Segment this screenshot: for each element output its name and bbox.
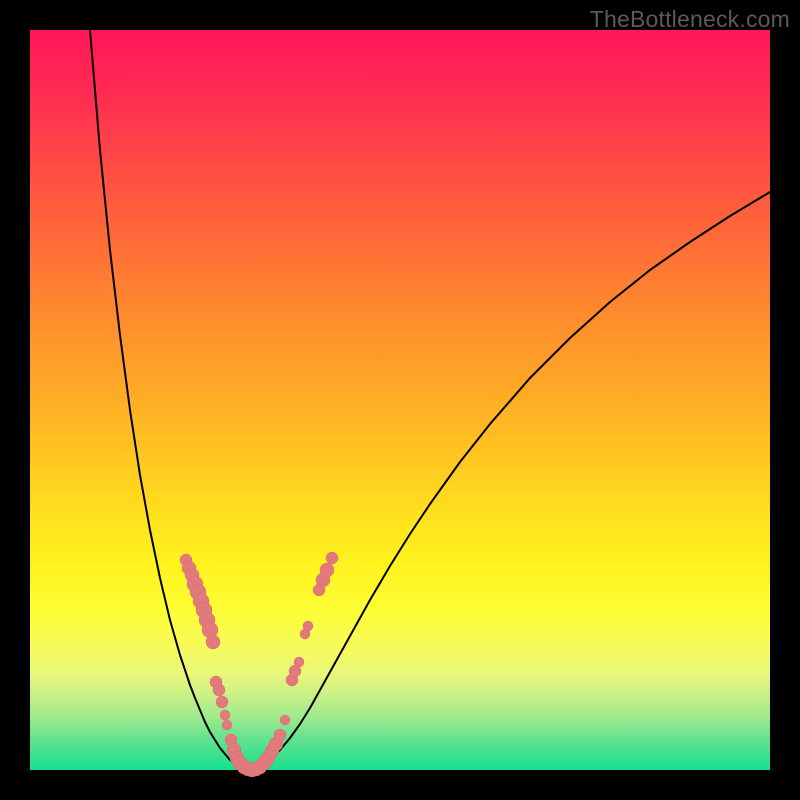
curve-svg (30, 30, 770, 770)
plot-area (30, 30, 770, 770)
data-marker (213, 684, 225, 696)
data-marker (216, 696, 228, 708)
data-marker (280, 715, 290, 725)
data-marker (303, 621, 313, 631)
data-marker (220, 710, 230, 720)
curve-lines (90, 30, 770, 770)
data-marker (320, 563, 334, 577)
data-marker (326, 552, 338, 564)
data-marker (294, 657, 304, 667)
data-marker (274, 729, 286, 741)
data-marker (206, 635, 220, 649)
watermark-text: TheBottleneck.com (590, 6, 790, 33)
data-marker (222, 720, 232, 730)
curve-markers (180, 552, 338, 777)
chart-frame: TheBottleneck.com (0, 0, 800, 800)
bottleneck-curve (90, 30, 770, 770)
